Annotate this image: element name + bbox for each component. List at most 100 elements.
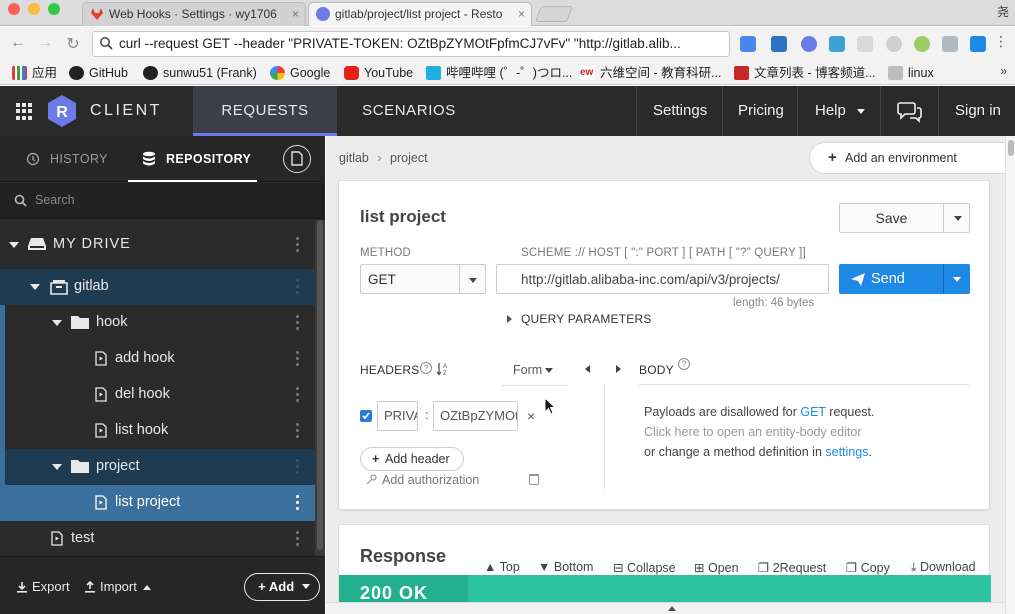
tab-requests[interactable]: REQUESTS [193,86,337,136]
bookmark-liuwei[interactable]: ew 六维空间 - 教育科研... [580,64,722,82]
top-button[interactable]: ▲ Top [484,560,520,574]
caret-down-icon[interactable] [52,320,62,326]
pricing-link[interactable]: Pricing [738,86,784,136]
tree-item-my-drive[interactable]: MY DRIVE [0,227,315,263]
browser-tab-webhooks[interactable]: Web Hooks · Settings · wy1706 × [82,2,306,26]
copy-button[interactable]: ❐ Copy [846,560,890,575]
more-options-icon[interactable] [296,315,299,330]
send-button[interactable]: Send [839,264,970,294]
header-value-input[interactable]: OZtBpZYMOtFpfmCJ7vFv [433,401,518,431]
download-button[interactable]: ⤓ Download [911,560,976,575]
url-input[interactable]: http://gitlab.alibaba-inc.com/api/v3/pro… [496,264,829,294]
bookmark-sunwu51[interactable]: sunwu51 (Frank) [143,64,257,82]
tree-item-hook[interactable]: hook [0,305,315,341]
extension-icon[interactable] [886,36,902,52]
bookmark-linux[interactable]: linux [888,64,934,82]
get-method-link[interactable]: GET [800,405,825,419]
remove-header-icon[interactable]: × [527,408,535,424]
method-select[interactable]: GET [360,264,486,294]
bottom-button[interactable]: ▼ Bottom [538,560,593,574]
collapse-button[interactable]: ⊟ Collapse [613,560,676,575]
sidebar-search[interactable]: Search [0,183,325,219]
more-options-icon[interactable] [296,279,299,294]
add-header-button[interactable]: + Add header [360,447,464,471]
extension-icon[interactable] [857,36,873,52]
new-tab-button[interactable] [535,6,573,22]
expand-right-icon[interactable] [616,365,621,373]
request-title[interactable]: list project [360,207,446,227]
extension-icon[interactable] [942,36,958,52]
headers-mode-select[interactable]: Form [501,354,567,386]
open-body-editor-link[interactable]: Click here to open an entity-body editor [644,425,862,439]
caret-down-icon[interactable] [30,284,40,290]
tree-item-del-hook[interactable]: del hook [0,377,315,413]
add-authorization-link[interactable]: Add authorization [382,473,479,487]
tree-item-add-hook[interactable]: add hook [0,341,315,377]
bookmark-bilibili[interactable]: 哔哩哔哩 (゜-゜)つロ... [426,64,572,82]
chevron-down-icon[interactable] [857,109,865,114]
tab-repository[interactable]: REPOSITORY [128,136,257,182]
bookmark-youtube[interactable]: YouTube [344,64,413,82]
sidebar-scrollbar[interactable] [315,220,325,556]
sign-in-link[interactable]: Sign in [955,86,1001,136]
extension-icon[interactable] [740,36,756,52]
forward-icon[interactable]: → [36,34,54,52]
caret-right-icon[interactable] [507,315,512,323]
chevron-up-icon[interactable] [668,606,676,611]
extension-icon[interactable] [829,36,845,52]
add-environment-button[interactable]: + Add an environment [809,142,1009,174]
save-button[interactable]: Save [839,203,970,233]
open-button[interactable]: ⊞ Open [694,560,739,575]
tab-history[interactable]: HISTORY [26,136,108,182]
settings-link[interactable]: settings [825,445,868,459]
collapse-left-icon[interactable] [585,365,590,373]
add-button[interactable]: + Add [244,573,320,601]
caret-down-icon[interactable] [9,242,19,248]
more-options-icon[interactable] [296,351,299,366]
breadcrumb-item-project[interactable]: project [390,151,428,165]
trash-icon[interactable] [529,474,539,485]
tab-scenarios[interactable]: SCENARIOS [337,86,481,136]
minimize-window-button[interactable] [28,3,40,15]
more-options-icon[interactable] [296,495,299,510]
bookmark-apps[interactable]: 应用 [12,64,57,82]
tree-item-gitlab[interactable]: gitlab [0,269,315,305]
bookmark-google[interactable]: Google [270,64,330,82]
extension-icon[interactable] [970,36,986,52]
extension-icon[interactable] [771,36,787,52]
close-window-button[interactable] [8,3,20,15]
more-options-icon[interactable] [296,459,299,474]
reload-icon[interactable]: ↻ [64,34,82,54]
breadcrumb-item-gitlab[interactable]: gitlab [339,151,369,165]
more-options-icon[interactable] [296,531,299,546]
back-icon[interactable]: ← [9,34,27,52]
tree-item-list-project[interactable]: list project [0,485,315,521]
extension-icon[interactable] [914,36,930,52]
address-bar[interactable]: curl --request GET --header "PRIVATE-TOK… [92,31,730,57]
to-request-button[interactable]: ❐ 2Request [758,560,826,575]
zoom-window-button[interactable] [48,3,60,15]
new-document-button[interactable] [283,145,311,173]
tab-close-icon[interactable]: × [292,3,299,25]
more-options-icon[interactable] [296,387,299,402]
tree-item-test[interactable]: test [0,521,315,556]
bookmark-csdn[interactable]: 文章列表 - 博客频道... [734,64,876,82]
header-name-input[interactable]: PRIVATE-TOKEN [377,401,418,431]
app-grid-icon[interactable] [16,103,33,120]
query-parameters-toggle[interactable]: QUERY PARAMETERS [521,312,652,326]
help-icon[interactable]: ? [678,358,690,370]
import-button[interactable]: Import [84,579,151,594]
caret-down-icon[interactable] [52,464,62,470]
help-menu[interactable]: Help [815,86,846,136]
restlet-extension-icon[interactable] [801,36,817,52]
tab-close-icon[interactable]: × [518,3,525,25]
tree-item-list-hook[interactable]: list hook [0,413,315,449]
sort-alpha-icon[interactable]: AZ [436,362,450,376]
more-options-icon[interactable] [296,237,299,252]
tree-item-project[interactable]: project [0,449,315,485]
chevron-down-icon[interactable] [954,216,962,221]
chevron-down-icon[interactable] [953,277,961,282]
settings-link[interactable]: Settings [653,86,707,136]
bookmark-github[interactable]: GitHub [69,64,128,82]
header-enabled-checkbox[interactable] [360,410,372,422]
